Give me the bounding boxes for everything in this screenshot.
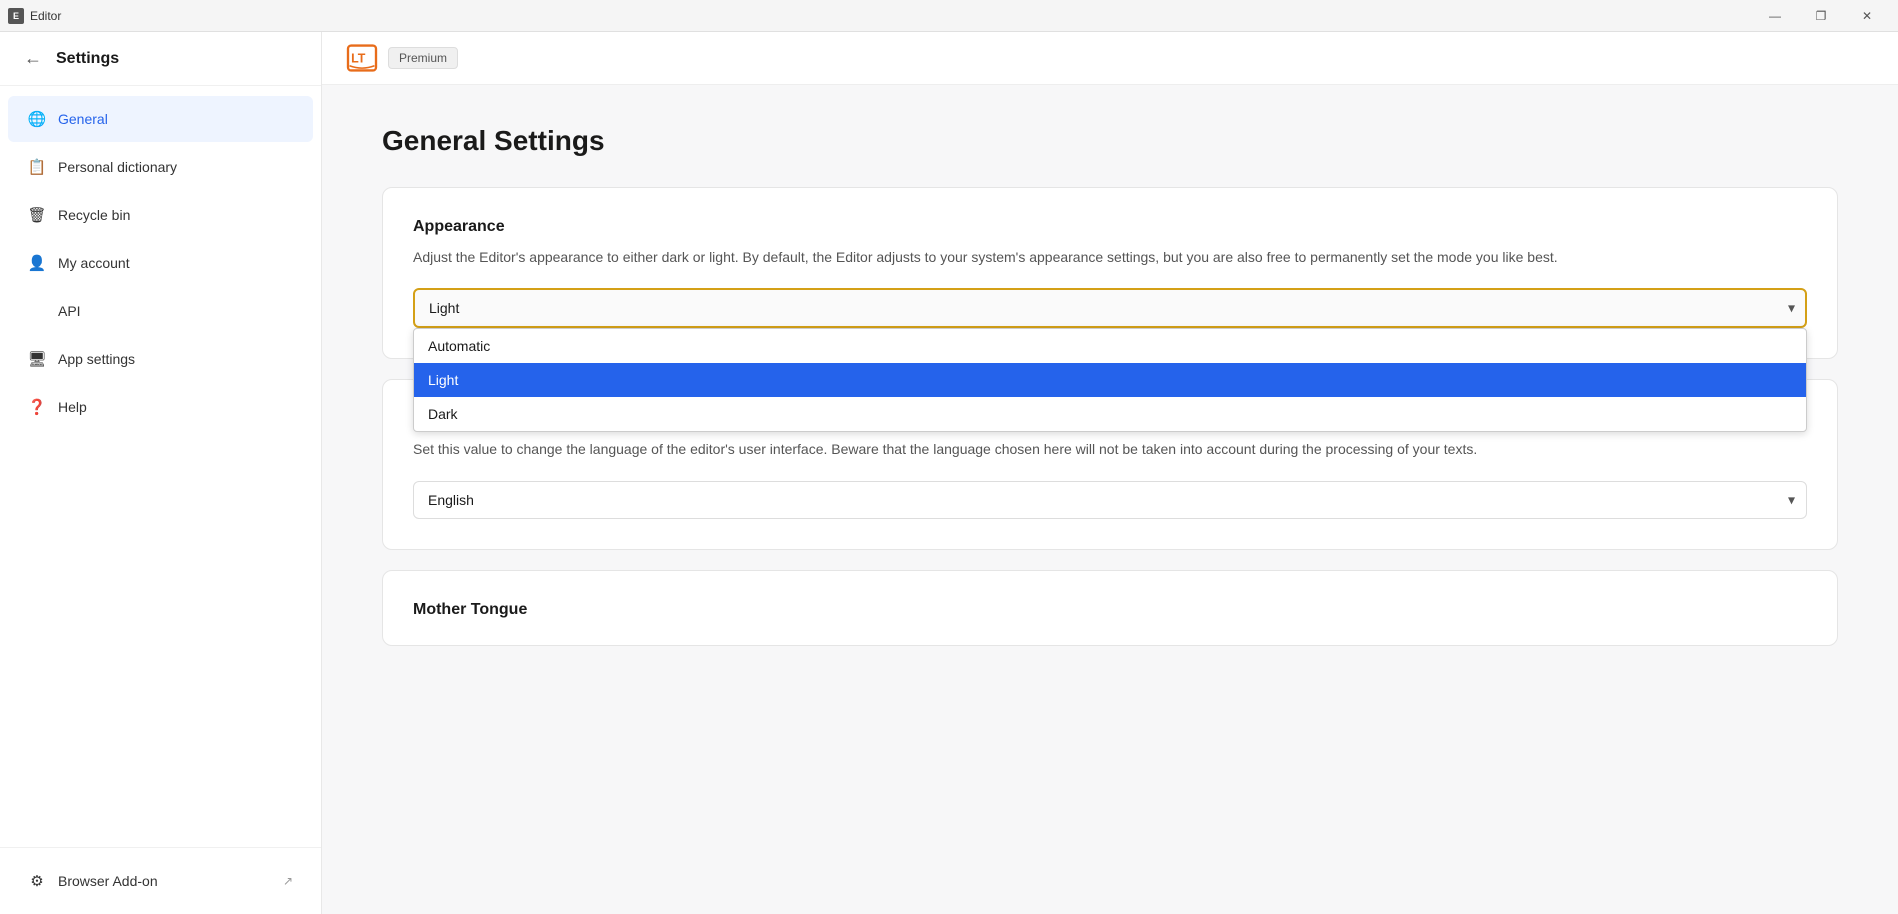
app-icon: E bbox=[8, 8, 24, 24]
appearance-dropdown-wrapper: Automatic Light Dark ▾ Automatic Light D… bbox=[413, 288, 1807, 328]
sidebar-item-label-my-account: My account bbox=[58, 255, 130, 271]
app-settings-icon: 🖥 bbox=[28, 350, 46, 368]
dropdown-option-light[interactable]: Light bbox=[414, 363, 1806, 397]
general-icon: 🌐 bbox=[28, 110, 46, 128]
language-dropdown-wrapper: English ▾ bbox=[413, 481, 1807, 519]
content-area: General Settings Appearance Adjust the E… bbox=[322, 85, 1898, 706]
personal-dictionary-icon: 📋 bbox=[28, 158, 46, 176]
lt-logo-icon: LT bbox=[346, 44, 378, 72]
appearance-dropdown[interactable]: Automatic Light Dark bbox=[413, 288, 1807, 328]
sidebar-item-label-general: General bbox=[58, 111, 108, 127]
appearance-dropdown-options: Automatic Light Dark bbox=[413, 328, 1807, 432]
sidebar-bottom: ⚙ Browser Add-on ↗ bbox=[0, 847, 321, 914]
sidebar-item-label-recycle-bin: Recycle bin bbox=[58, 207, 130, 223]
dropdown-option-automatic[interactable]: Automatic bbox=[414, 329, 1806, 363]
app-body: ← Settings 🌐 General 📋 Personal dictiona… bbox=[0, 32, 1898, 914]
sidebar-item-label-app-settings: App settings bbox=[58, 351, 135, 367]
appearance-title: Appearance bbox=[413, 218, 1807, 236]
api-icon bbox=[28, 302, 46, 320]
svg-text:LT: LT bbox=[351, 52, 366, 66]
browser-addon-icon: ⚙ bbox=[28, 872, 46, 890]
my-account-icon: 👤 bbox=[28, 254, 46, 272]
back-button[interactable]: ← bbox=[20, 46, 46, 71]
display-language-desc: Set this value to change the language of… bbox=[413, 438, 1807, 460]
recycle-bin-icon: 🗑 bbox=[28, 206, 46, 224]
close-button[interactable]: ✕ bbox=[1844, 0, 1890, 32]
mother-tongue-title: Mother Tongue bbox=[413, 601, 1807, 619]
sidebar-nav: 🌐 General 📋 Personal dictionary 🗑 Recycl… bbox=[0, 86, 321, 440]
app-name: Editor bbox=[30, 9, 61, 23]
sidebar-item-label-api: API bbox=[58, 303, 81, 319]
top-bar: LT Premium bbox=[322, 32, 1898, 85]
sidebar-item-personal-dictionary[interactable]: 📋 Personal dictionary bbox=[8, 144, 313, 190]
help-icon: ❓ bbox=[28, 398, 46, 416]
sidebar-item-api[interactable]: API bbox=[8, 288, 313, 334]
sidebar-item-label-help: Help bbox=[58, 399, 87, 415]
sidebar-header: ← Settings bbox=[0, 32, 321, 86]
minimize-button[interactable]: — bbox=[1752, 0, 1798, 32]
title-bar: E Editor — ❐ ✕ bbox=[0, 0, 1898, 32]
page-title: General Settings bbox=[382, 125, 1838, 157]
mother-tongue-card: Mother Tongue bbox=[382, 570, 1838, 646]
sidebar-item-browser-addon[interactable]: ⚙ Browser Add-on ↗ bbox=[8, 858, 313, 904]
title-bar-controls: — ❐ ✕ bbox=[1752, 0, 1890, 32]
external-link-icon: ↗ bbox=[283, 874, 293, 888]
sidebar-item-label-personal-dictionary: Personal dictionary bbox=[58, 159, 177, 175]
main-content: LT Premium General Settings Appearance A… bbox=[322, 32, 1898, 914]
sidebar-item-app-settings[interactable]: 🖥 App settings bbox=[8, 336, 313, 382]
appearance-card: Appearance Adjust the Editor's appearanc… bbox=[382, 187, 1838, 359]
sidebar-item-recycle-bin[interactable]: 🗑 Recycle bin bbox=[8, 192, 313, 238]
sidebar-title: Settings bbox=[56, 50, 119, 68]
sidebar-item-label-browser-addon: Browser Add-on bbox=[58, 873, 158, 889]
sidebar-item-my-account[interactable]: 👤 My account bbox=[8, 240, 313, 286]
sidebar-item-help[interactable]: ❓ Help bbox=[8, 384, 313, 430]
language-dropdown[interactable]: English bbox=[413, 481, 1807, 519]
title-bar-left: E Editor bbox=[8, 8, 61, 24]
sidebar: ← Settings 🌐 General 📋 Personal dictiona… bbox=[0, 32, 322, 914]
premium-badge: Premium bbox=[388, 47, 458, 69]
restore-button[interactable]: ❐ bbox=[1798, 0, 1844, 32]
appearance-desc: Adjust the Editor's appearance to either… bbox=[413, 246, 1807, 268]
dropdown-option-dark[interactable]: Dark bbox=[414, 397, 1806, 431]
sidebar-item-general[interactable]: 🌐 General bbox=[8, 96, 313, 142]
